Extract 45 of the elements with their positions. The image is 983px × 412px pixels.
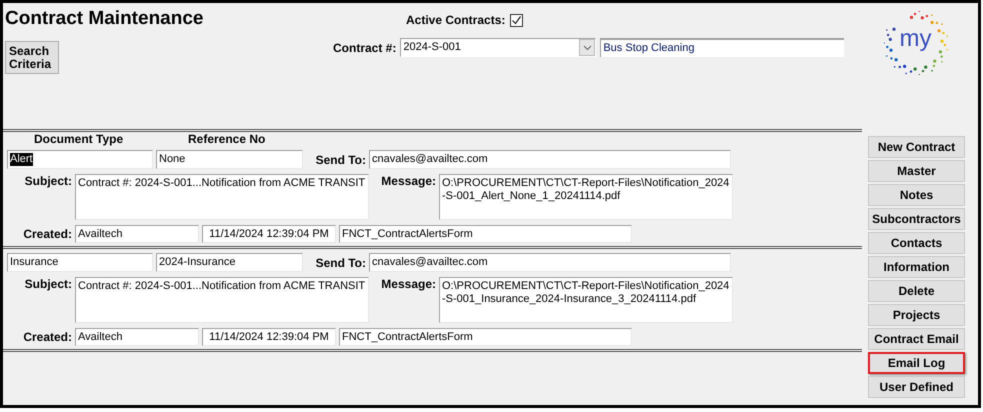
document-type-field[interactable]: Alert xyxy=(7,150,153,169)
form-name-field[interactable]: FNCT_ContractAlertsForm xyxy=(339,328,632,346)
column-header: Document Type xyxy=(34,132,124,146)
field-label: Send To: xyxy=(316,256,366,270)
document-type-field[interactable]: Insurance xyxy=(7,253,153,272)
side-button[interactable]: Contract Email xyxy=(868,328,965,350)
created-date-field[interactable]: 11/14/2024 12:39:04 PM xyxy=(202,225,336,243)
side-button[interactable]: Projects xyxy=(868,304,965,326)
created-by-field[interactable]: Availtech xyxy=(75,225,199,243)
side-button[interactable]: Subcontractors xyxy=(868,208,965,230)
form-name-field[interactable]: FNCT_ContractAlertsForm xyxy=(339,225,632,243)
field-label: Subject: xyxy=(24,277,72,291)
reference-field[interactable]: 2024-Insurance xyxy=(156,253,303,272)
send-to-field[interactable]: cnavales@availtec.com xyxy=(369,150,731,169)
brand-logo: my xyxy=(884,11,948,75)
side-button[interactable]: Delete xyxy=(868,280,965,302)
side-button[interactable]: Contacts xyxy=(868,232,965,254)
message-field[interactable]: O:\PROCUREMENT\CT\CT-Report-Files\Notification_2024-S-001_Insurance_2024-Insurance_3_20241114.pdf xyxy=(439,277,733,323)
field-label: Contract #: xyxy=(333,40,396,56)
side-button[interactable]: Notes xyxy=(868,184,965,206)
field-label: Created: xyxy=(23,227,72,241)
send-to-field[interactable]: cnavales@availtec.com xyxy=(369,253,731,272)
search-criteria-button[interactable]: Search Criteria xyxy=(5,41,59,74)
subject-field[interactable]: Contract #: 2024-S-001...Notification from ACME TRANSIT xyxy=(75,174,369,220)
message-field[interactable]: O:\PROCUREMENT\CT\CT-Report-Files\Notification_2024-S-001_Alert_None_1_20241114.pdf xyxy=(439,174,733,220)
field-label: Send To: xyxy=(316,152,366,166)
side-button[interactable]: Master xyxy=(868,160,965,182)
created-by-field[interactable]: Availtech xyxy=(75,328,199,346)
description-field[interactable]: Bus Stop Cleaning xyxy=(600,38,844,57)
field-label: Message: xyxy=(381,174,436,188)
side-button[interactable]: Information xyxy=(868,256,965,278)
reference-field[interactable]: None xyxy=(156,150,303,169)
side-button[interactable]: Email Log xyxy=(868,352,965,374)
side-button[interactable]: User Defined xyxy=(868,376,965,398)
field-label: Subject: xyxy=(24,174,72,188)
created-date-field[interactable]: 11/14/2024 12:39:04 PM xyxy=(202,328,336,346)
subject-field[interactable]: Contract #: 2024-S-001...Notification from ACME TRANSIT xyxy=(75,277,369,323)
field-label: Message: xyxy=(381,277,436,291)
field-label: Created: xyxy=(23,330,72,344)
checkbox[interactable] xyxy=(510,14,524,26)
column-header: Reference No xyxy=(188,132,266,146)
contract-dropdown[interactable]: 2024-S-001 xyxy=(400,38,596,57)
field-label: Active Contracts: xyxy=(406,12,506,29)
window-title: Contract Maintenance xyxy=(5,7,204,31)
side-button[interactable]: New Contract xyxy=(868,136,965,158)
